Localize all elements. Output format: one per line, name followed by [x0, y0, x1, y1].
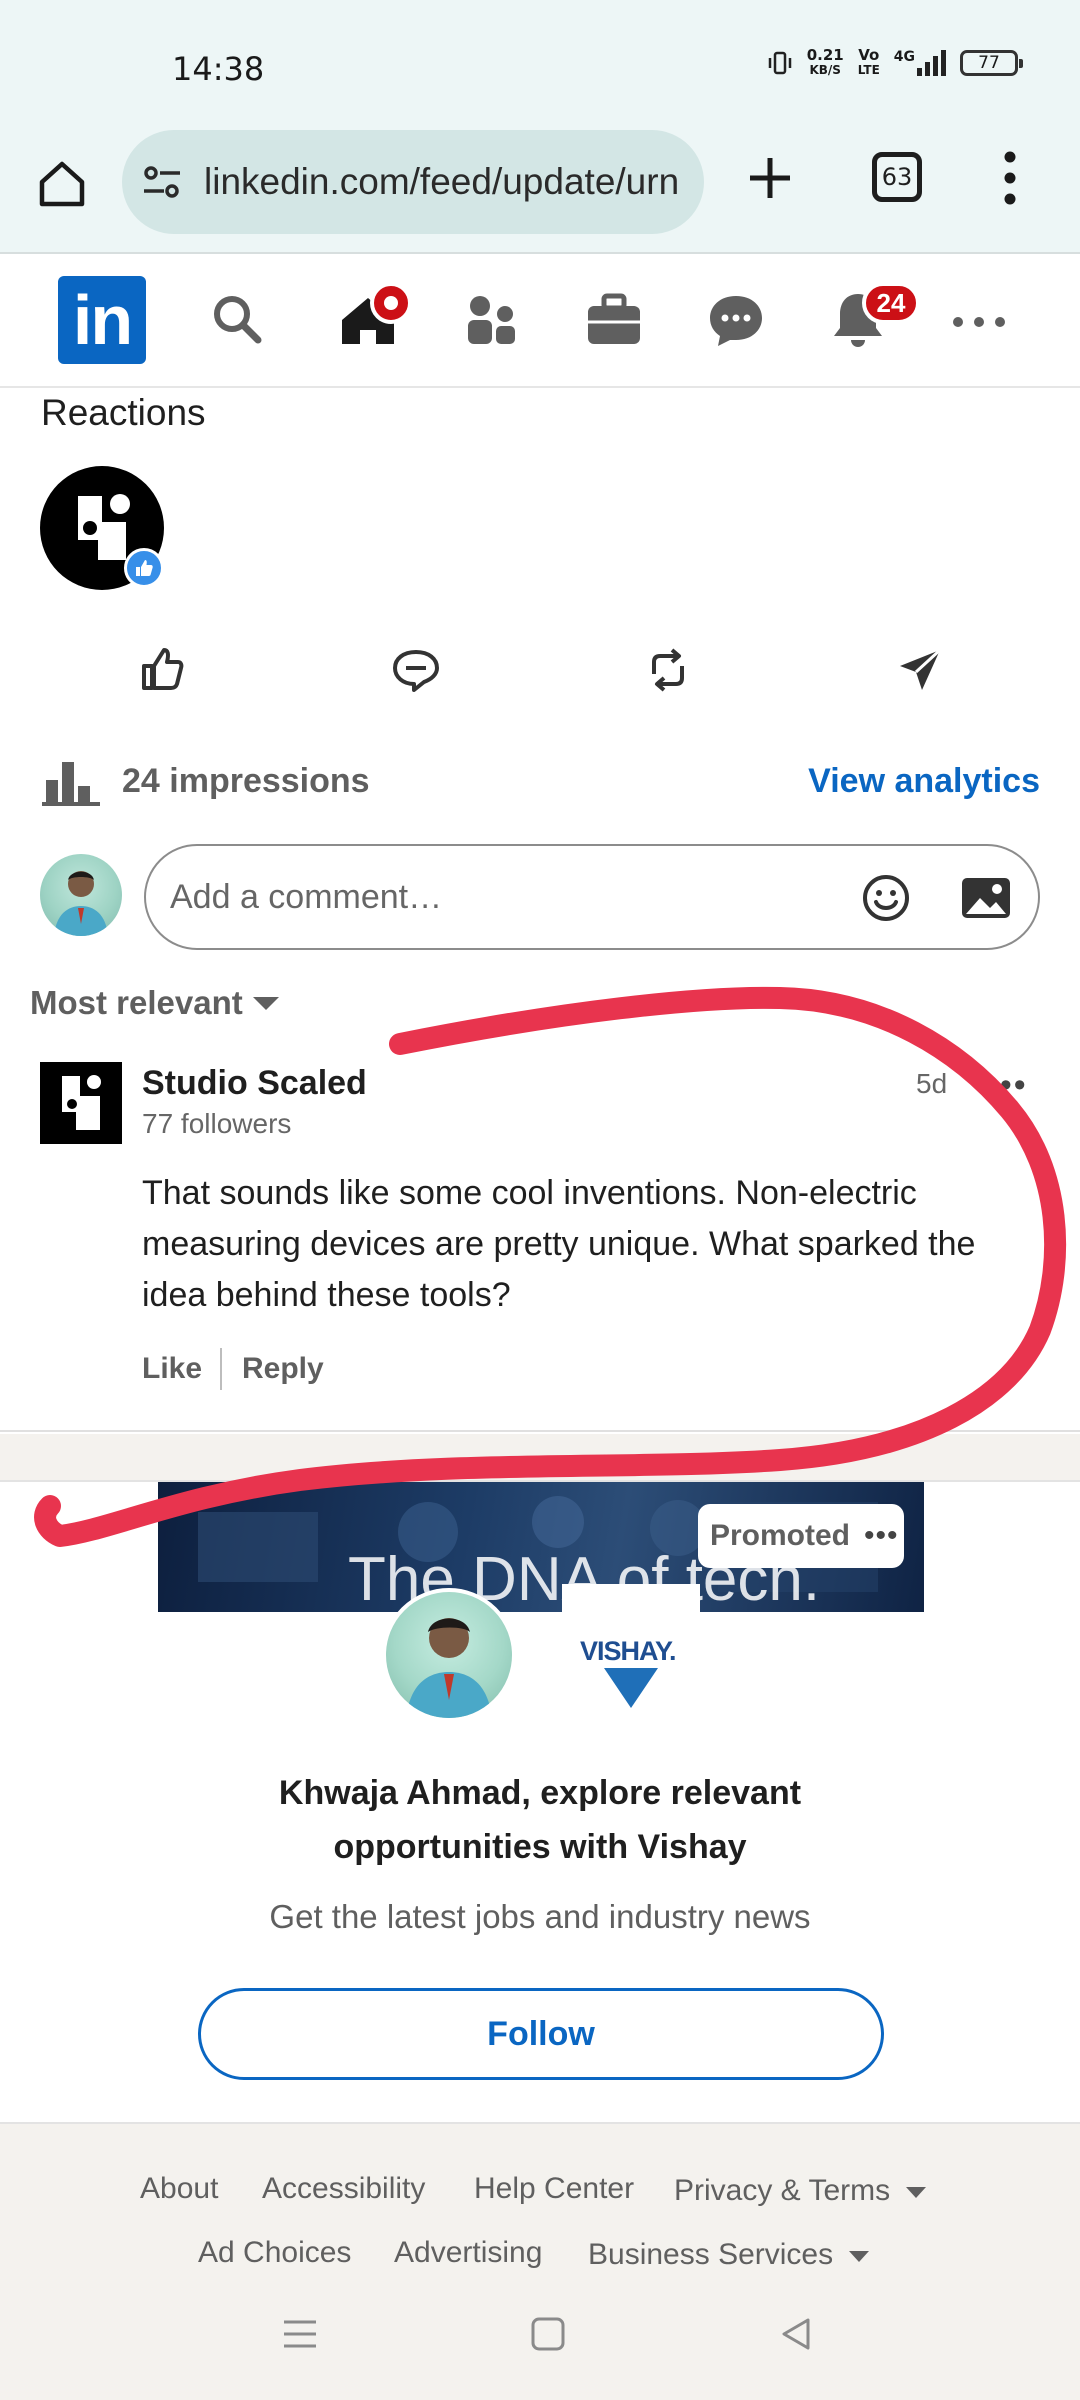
- comment-author-followers: 77 followers: [142, 1108, 292, 1139]
- url-text: linkedin.com/feed/update/urn: [204, 161, 680, 202]
- volte-indicator: Vo LTE: [857, 46, 880, 78]
- caret-down-icon: [906, 2186, 927, 2198]
- footer-link-privacy-terms[interactable]: Privacy & Terms: [674, 2174, 927, 2208]
- analytics-icon: [42, 762, 100, 806]
- user-avatar: [40, 854, 122, 936]
- promoted-title: Khwaja Ahmad, explore relevant opportuni…: [278, 1774, 802, 1866]
- tab-count: 63: [881, 163, 913, 191]
- vibrate-icon: [768, 51, 791, 75]
- repost-icon[interactable]: [642, 644, 694, 696]
- tabs-button[interactable]: 63: [872, 152, 922, 202]
- address-bar[interactable]: linkedin.com/feed/update/urn: [122, 130, 704, 234]
- footer-link-advertising[interactable]: Advertising: [394, 2236, 542, 2270]
- reactions-heading: Reactions: [41, 392, 206, 433]
- comment-author-logo[interactable]: [40, 1062, 122, 1144]
- status-icons: 0.21 KB/S Vo LTE 4G 77: [767, 46, 1023, 78]
- back-icon[interactable]: [778, 2316, 814, 2352]
- image-icon[interactable]: [958, 872, 1014, 924]
- divider: [220, 1348, 222, 1390]
- sort-dropdown[interactable]: Most relevant: [30, 984, 279, 1022]
- signal-icon: [917, 50, 946, 76]
- vishay-logo: VISHAY.: [562, 1584, 700, 1722]
- feed-separator: [0, 1434, 1080, 1482]
- site-settings-icon[interactable]: [140, 160, 184, 204]
- status-time: 14:38: [172, 50, 265, 88]
- comment-like-button[interactable]: Like: [142, 1352, 202, 1386]
- comment-author-name[interactable]: Studio Scaled: [142, 1064, 367, 1103]
- promo-user-avatar: [382, 1588, 516, 1722]
- comment-input[interactable]: Add a comment…: [144, 844, 1040, 950]
- footer-link-business-services[interactable]: Business Services: [588, 2238, 870, 2272]
- plus-icon[interactable]: [744, 152, 796, 204]
- home-nav-icon[interactable]: [530, 2316, 566, 2352]
- linkedin-logo[interactable]: in: [58, 276, 146, 364]
- network-icon[interactable]: [460, 288, 524, 352]
- promoted-label: Promoted: [710, 1519, 851, 1552]
- caret-down-icon: [252, 996, 279, 1010]
- emoji-icon[interactable]: [860, 872, 912, 924]
- sort-label: Most relevant: [30, 984, 243, 1021]
- linkedin-nav: in 24: [0, 254, 1080, 388]
- recent-apps-icon[interactable]: [282, 2316, 318, 2352]
- home-icon[interactable]: [36, 158, 88, 210]
- net-speed: 0.21 KB/S: [806, 46, 844, 78]
- comment-timestamp: 5d: [916, 1068, 948, 1099]
- like-icon[interactable]: [136, 644, 188, 696]
- promoted-pill[interactable]: Promoted •••: [698, 1504, 904, 1568]
- footer: About Accessibility Help Center Privacy …: [0, 2122, 1080, 2400]
- battery-icon: 77: [960, 50, 1023, 76]
- view-analytics-link[interactable]: View analytics: [808, 762, 1040, 801]
- more-vert-icon[interactable]: [1002, 150, 1018, 206]
- caret-down-icon: [849, 2250, 870, 2262]
- footer-link-about[interactable]: About: [140, 2172, 218, 2206]
- notifications-badge: 24: [862, 282, 920, 324]
- comment-placeholder: Add a comment…: [170, 878, 443, 916]
- footer-link-ad-choices[interactable]: Ad Choices: [198, 2236, 351, 2270]
- comment-reply-button[interactable]: Reply: [242, 1352, 324, 1386]
- card-border: [0, 1428, 1080, 1432]
- more-icon[interactable]: [950, 294, 1008, 350]
- comment-text: That sounds like some cool inventions. N…: [142, 1174, 976, 1314]
- search-icon[interactable]: [206, 288, 270, 352]
- jobs-icon[interactable]: [582, 288, 646, 352]
- like-icon: [124, 548, 164, 588]
- send-icon[interactable]: [894, 644, 946, 696]
- signal-indicator: 4G: [894, 50, 946, 76]
- status-bar: 14:38 0.21 KB/S Vo LTE 4G 77: [0, 0, 1080, 122]
- follow-button[interactable]: Follow: [198, 1988, 884, 2080]
- browser-toolbar: linkedin.com/feed/update/urn 63: [0, 122, 1080, 254]
- footer-link-help-center[interactable]: Help Center: [474, 2172, 634, 2206]
- messaging-icon[interactable]: [704, 288, 768, 352]
- promoted-subtitle: Get the latest jobs and industry news: [269, 1898, 811, 1935]
- footer-link-accessibility[interactable]: Accessibility: [262, 2172, 425, 2206]
- impressions-count: 24 impressions: [122, 762, 370, 800]
- comment-icon[interactable]: [390, 644, 442, 696]
- home-dot-badge: [370, 282, 412, 324]
- comment-more-icon[interactable]: •••: [986, 1066, 1028, 1105]
- promoted-more-icon[interactable]: •••: [864, 1519, 899, 1553]
